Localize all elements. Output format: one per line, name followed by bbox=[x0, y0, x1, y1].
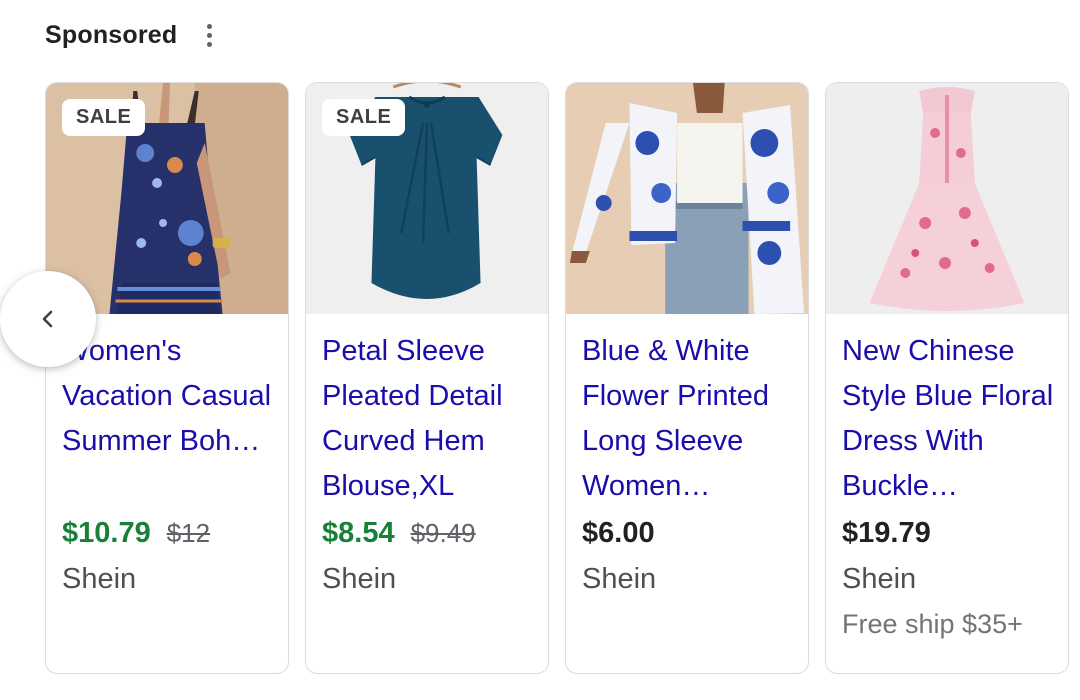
shipping-info: Free ship $35+ bbox=[842, 609, 1023, 639]
product-card-1[interactable]: SALE Women's Vacation Casual Summer Boh…… bbox=[45, 82, 289, 674]
product-price: $19.79 bbox=[842, 517, 931, 549]
sale-badge: SALE bbox=[62, 99, 146, 136]
original-price: $9.49 bbox=[410, 518, 476, 548]
price-row: $6.00 bbox=[582, 517, 798, 557]
carousel-prev-button[interactable] bbox=[0, 271, 96, 367]
product-image-3[interactable] bbox=[566, 83, 808, 314]
product-card-4[interactable]: New Chinese Style Blue Floral Dress With… bbox=[825, 82, 1069, 674]
product-price: $10.79 bbox=[62, 517, 151, 549]
product-price: $8.54 bbox=[322, 517, 395, 549]
price-row: $8.54 $9.49 bbox=[322, 517, 538, 557]
sponsored-title: Sponsored bbox=[45, 20, 178, 49]
price-row: $10.79 $12 bbox=[62, 517, 278, 557]
sale-badge: SALE bbox=[322, 99, 406, 136]
merchant-name: Shein bbox=[62, 563, 137, 595]
product-card-2[interactable]: SALE Petal Sleeve Pleated Detail Curved … bbox=[305, 82, 549, 674]
chevron-left-icon bbox=[42, 310, 53, 328]
product-title[interactable]: Petal Sleeve Pleated Detail Curved Hem B… bbox=[322, 329, 538, 509]
product-image-4[interactable] bbox=[826, 83, 1068, 314]
product-title[interactable]: Women's Vacation Casual Summer Boh… bbox=[62, 329, 278, 509]
product-card-3[interactable]: Blue & White Flower Printed Long Sleeve … bbox=[565, 82, 809, 674]
merchant-name: Shein bbox=[582, 563, 657, 595]
product-title[interactable]: New Chinese Style Blue Floral Dress With… bbox=[842, 329, 1058, 509]
product-price: $6.00 bbox=[582, 517, 655, 549]
merchant-name: Shein bbox=[842, 563, 917, 595]
product-image-1[interactable]: SALE bbox=[46, 83, 288, 314]
product-title[interactable]: Blue & White Flower Printed Long Sleeve … bbox=[582, 329, 798, 509]
price-row: $19.79 bbox=[842, 517, 1058, 557]
product-image-2[interactable]: SALE bbox=[306, 83, 548, 314]
more-vert-icon[interactable] bbox=[197, 18, 221, 52]
merchant-name: Shein bbox=[322, 563, 397, 595]
sponsored-header: Sponsored bbox=[45, 18, 221, 52]
original-price: $12 bbox=[166, 518, 211, 548]
